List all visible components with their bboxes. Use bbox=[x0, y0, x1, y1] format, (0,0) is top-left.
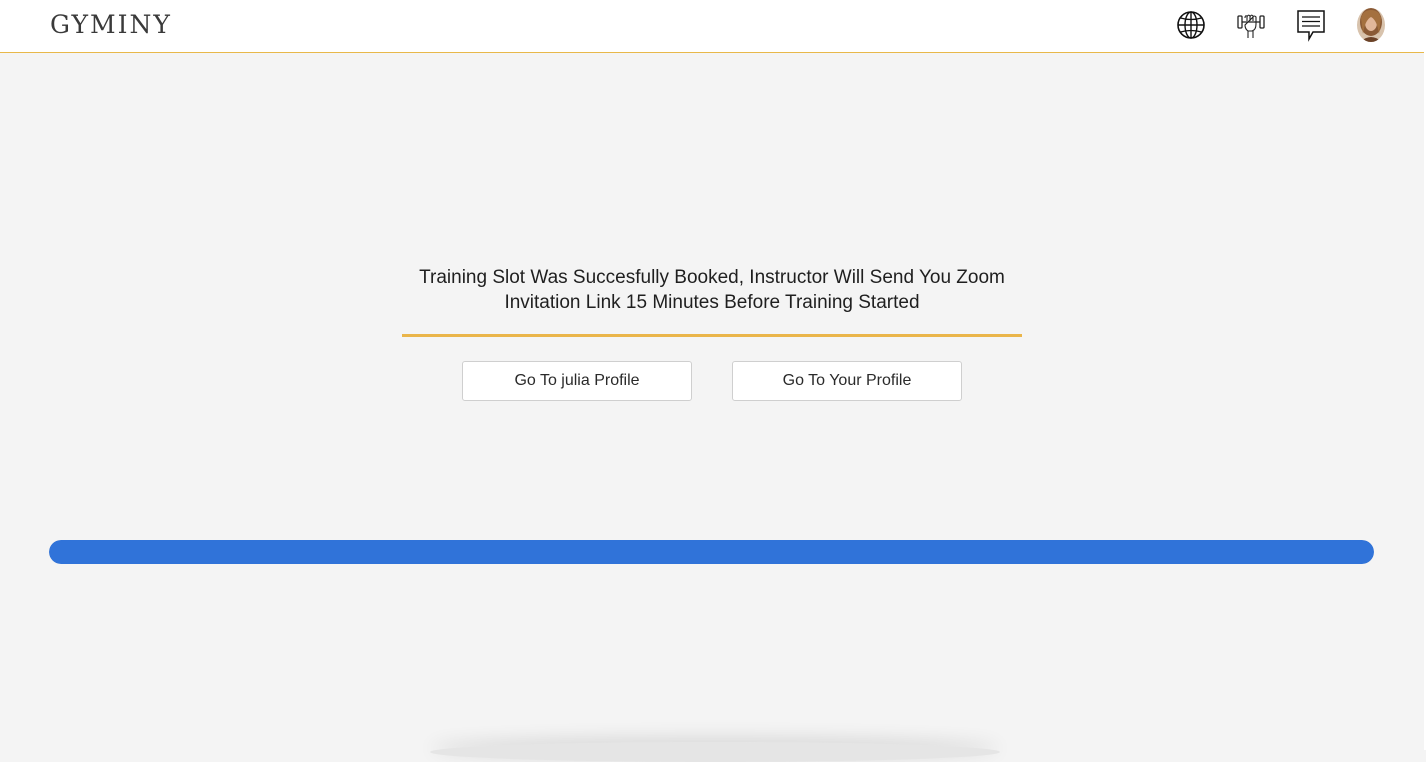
progress-bar bbox=[49, 540, 1374, 564]
bottom-panel-shadow bbox=[430, 742, 1000, 762]
top-navigation-bar: GYMINY bbox=[0, 0, 1424, 53]
go-to-julia-profile-button[interactable]: Go To julia Profile bbox=[462, 361, 692, 401]
progress-bar-fill bbox=[49, 540, 1374, 564]
globe-icon[interactable] bbox=[1176, 8, 1206, 42]
dumbbell-hand-icon[interactable] bbox=[1236, 8, 1266, 42]
go-to-your-profile-button[interactable]: Go To Your Profile bbox=[732, 361, 962, 401]
chat-icon[interactable] bbox=[1296, 8, 1326, 42]
booking-confirmation-message: Training Slot Was Succesfully Booked, In… bbox=[419, 267, 1005, 313]
avatar[interactable] bbox=[1357, 8, 1385, 42]
gyminy-logo[interactable]: GYMINY bbox=[50, 10, 172, 39]
divider bbox=[402, 334, 1022, 337]
